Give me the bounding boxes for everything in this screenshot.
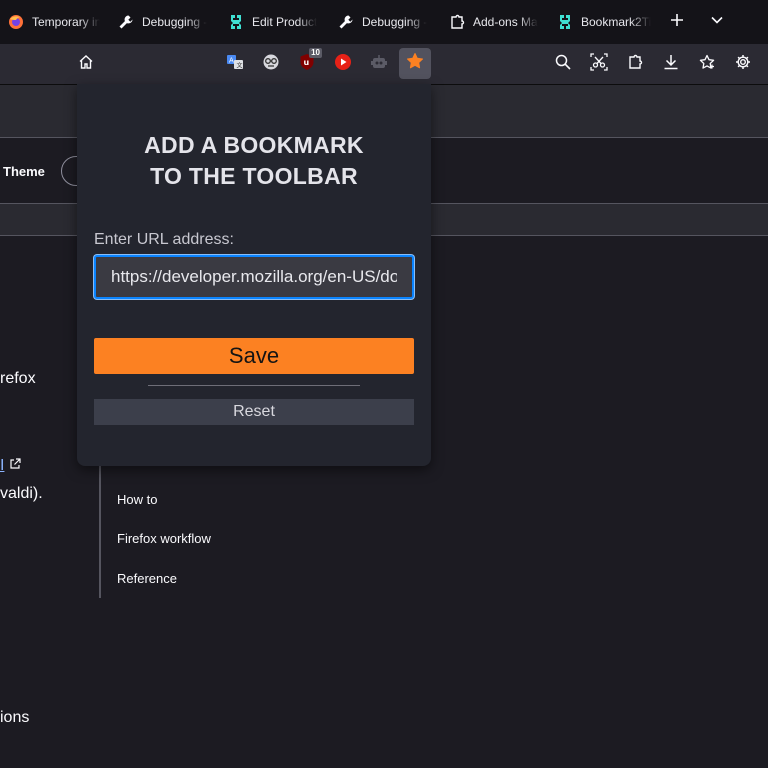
reset-button[interactable]: Reset	[94, 399, 414, 425]
sidebar-item-how-to[interactable]: How to	[117, 492, 157, 507]
chevron-down-icon	[710, 13, 724, 32]
url-input[interactable]	[94, 255, 414, 299]
extensions-button[interactable]	[620, 50, 650, 78]
downloads-button[interactable]	[656, 50, 686, 78]
external-link-text[interactable]: I	[0, 457, 4, 474]
tab-title: Add-ons Ma	[473, 15, 538, 29]
spy-extension-button[interactable]	[256, 50, 286, 78]
tab-add-ons-manager[interactable]: Add-ons Ma	[449, 0, 544, 44]
plus-icon	[670, 13, 684, 32]
translate-icon: A文	[226, 53, 244, 76]
url-label: Enter URL address:	[94, 231, 234, 248]
tab-bookmark2toolbar[interactable]: Bookmark2Ti	[557, 0, 652, 44]
sidebar-item-reference[interactable]: Reference	[117, 571, 177, 586]
sidebar-item-firefox-workflow[interactable]: Firefox workflow	[117, 531, 211, 546]
star-outline-icon	[699, 54, 715, 75]
tab-title: Bookmark2Ti	[581, 15, 651, 29]
popup-title-line2: TO THE TOOLBAR	[150, 163, 358, 189]
text-fragment-firefox: refox	[0, 370, 36, 387]
tab-title: Temporary in	[32, 15, 100, 29]
divider	[148, 385, 360, 386]
navigation-toolbar: A文 u 10	[0, 44, 768, 85]
youtube-extension-button[interactable]	[328, 50, 358, 78]
extension-workshop-icon	[228, 14, 244, 30]
screenshot-scissors-icon	[590, 52, 608, 76]
bookmark2toolbar-button[interactable]	[399, 48, 431, 79]
download-icon	[663, 54, 679, 75]
home-icon	[78, 54, 94, 75]
svg-text:u: u	[304, 58, 310, 67]
puzzle-icon	[627, 54, 643, 75]
spy-glasses-icon	[262, 53, 280, 76]
text-fragment-vivaldi: valdi).	[0, 485, 43, 502]
home-button[interactable]	[71, 50, 101, 78]
robot-icon	[370, 53, 388, 76]
screenshot-button[interactable]	[584, 50, 614, 78]
tab-debugging-1[interactable]: Debugging -	[118, 0, 213, 44]
youtube-play-icon	[334, 53, 352, 76]
puzzle-icon	[449, 14, 465, 30]
svg-text:A: A	[229, 56, 234, 64]
external-link[interactable]: I	[0, 457, 21, 475]
bookmarks-menu-button[interactable]	[692, 50, 722, 78]
search-button[interactable]	[548, 50, 578, 78]
ublock-count-badge: 10	[309, 48, 322, 58]
popup-title-line1: ADD A BOOKMARK	[144, 132, 364, 158]
new-tab-button[interactable]	[666, 11, 688, 33]
text-fragment-ions: ions	[0, 709, 30, 726]
wrench-icon	[118, 14, 134, 30]
gear-icon	[735, 54, 751, 75]
tab-title: Debugging -	[142, 15, 208, 29]
tab-title: Debugging -	[362, 15, 428, 29]
tab-title: Edit Product	[252, 15, 318, 29]
theme-label: Theme	[3, 164, 45, 179]
external-link-icon	[9, 457, 21, 474]
robot-extension-button[interactable]	[364, 50, 394, 78]
tab-strip: Temporary in Debugging - Edit Product De…	[0, 0, 768, 44]
ublock-origin-button[interactable]: u 10	[292, 48, 322, 78]
popup-title: ADD A BOOKMARK TO THE TOOLBAR	[77, 130, 431, 192]
tab-temporary-installation[interactable]: Temporary in	[8, 0, 100, 44]
search-icon	[555, 54, 571, 75]
translate-extension-button[interactable]: A文	[220, 50, 250, 78]
bookmark-popup: ADD A BOOKMARK TO THE TOOLBAR Enter URL …	[77, 84, 431, 466]
tab-debugging-2[interactable]: Debugging -	[338, 0, 433, 44]
star-icon	[406, 52, 424, 75]
sidebar-nav-rule	[99, 443, 101, 598]
list-all-tabs-button[interactable]	[706, 11, 728, 33]
tab-edit-product[interactable]: Edit Product	[228, 0, 323, 44]
extension-workshop-icon	[557, 14, 573, 30]
svg-text:文: 文	[237, 61, 243, 69]
save-button[interactable]: Save	[94, 338, 414, 374]
firefox-icon	[8, 14, 24, 30]
wrench-icon	[338, 14, 354, 30]
settings-button[interactable]	[728, 50, 758, 78]
